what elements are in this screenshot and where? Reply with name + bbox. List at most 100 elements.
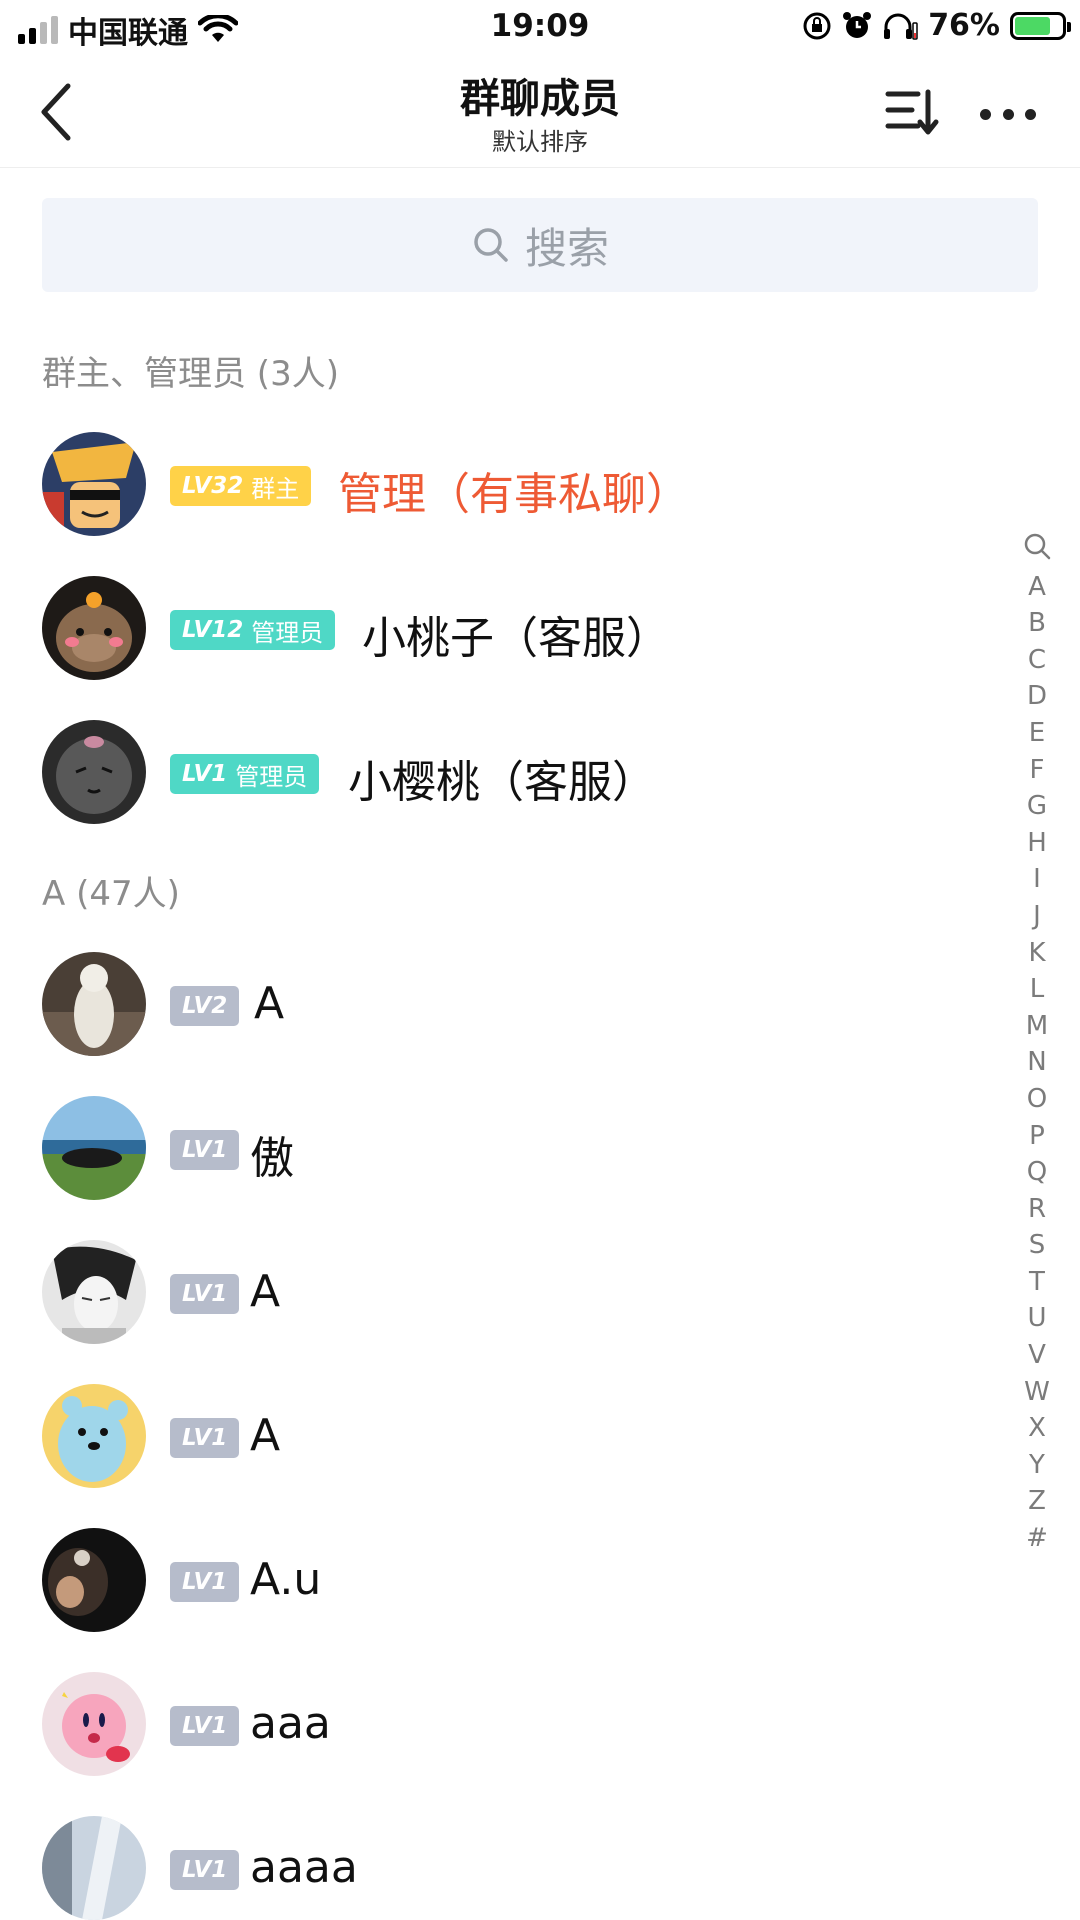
level-badge: LV1 xyxy=(170,1418,240,1458)
index-letter[interactable]: E xyxy=(1020,715,1054,752)
section-header-a: A (47人) xyxy=(42,874,180,914)
avatar xyxy=(42,1384,146,1488)
index-letter[interactable]: O xyxy=(1020,1081,1054,1118)
search-placeholder: 搜索 xyxy=(524,223,609,273)
index-letter[interactable]: L xyxy=(1020,971,1054,1008)
index-letter[interactable]: T xyxy=(1020,1264,1054,1301)
avatar xyxy=(42,1672,146,1776)
member-name: 小樱桃（客服） xyxy=(348,757,656,808)
role-text: 管理员 xyxy=(235,762,308,791)
level-text: LV1 xyxy=(182,1281,228,1307)
member-row[interactable]: LV1 A xyxy=(0,1226,1010,1356)
index-letter[interactable]: X xyxy=(1020,1410,1054,1447)
search-input[interactable]: 搜索 xyxy=(42,198,1038,292)
role-text: 管理员 xyxy=(251,618,324,647)
level-text: LV32 xyxy=(182,473,244,499)
battery-fill xyxy=(1015,16,1050,35)
index-letter[interactable]: K xyxy=(1020,935,1054,972)
avatar xyxy=(42,576,146,680)
nav-bar: 群聊成员 默认排序 xyxy=(0,56,1080,168)
index-search-icon[interactable] xyxy=(1020,532,1054,569)
avatar xyxy=(42,952,146,1056)
rotation-lock-icon xyxy=(803,12,831,39)
search-icon xyxy=(474,228,508,262)
index-letter[interactable]: P xyxy=(1020,1118,1054,1155)
member-row[interactable]: LV1 aaaa xyxy=(0,1802,1010,1920)
member-name: aaaa xyxy=(250,1842,358,1893)
level-text: LV1 xyxy=(182,1713,228,1739)
level-badge: LV32 群主 xyxy=(170,466,312,506)
member-name: aaa xyxy=(250,1698,331,1749)
index-letter[interactable]: W xyxy=(1020,1374,1054,1411)
index-letter[interactable]: M xyxy=(1020,1008,1054,1045)
member-name: A xyxy=(250,1410,281,1461)
index-letter[interactable]: H xyxy=(1020,825,1054,862)
member-row[interactable]: LV32 群主 管理（有事私聊） xyxy=(0,418,1010,548)
index-letter[interactable]: A xyxy=(1020,569,1054,606)
member-row[interactable]: LV1 傲 xyxy=(0,1082,1010,1212)
member-name: 小桃子（客服） xyxy=(362,613,670,664)
member-row[interactable]: LV1 aaa xyxy=(0,1658,1010,1788)
index-letter[interactable]: R xyxy=(1020,1191,1054,1228)
index-letter[interactable]: # xyxy=(1020,1520,1054,1557)
member-row[interactable]: LV12 管理员 小桃子（客服） xyxy=(0,562,1010,692)
member-name: 傲 xyxy=(250,1133,294,1184)
battery-icon xyxy=(1010,11,1071,40)
section-header-admins: 群主、管理员 (3人) xyxy=(42,354,339,394)
avatar xyxy=(42,432,146,536)
index-letter[interactable]: C xyxy=(1020,642,1054,679)
level-badge: LV1 xyxy=(170,1850,240,1890)
member-row[interactable]: LV1 A xyxy=(0,1370,1010,1500)
avatar xyxy=(42,1528,146,1632)
member-name: 管理（有事私聊） xyxy=(338,469,690,520)
avatar xyxy=(42,1240,146,1344)
index-letter[interactable]: V xyxy=(1020,1337,1054,1374)
sort-icon xyxy=(885,89,939,135)
search-icon xyxy=(1024,533,1051,560)
more-dot xyxy=(1025,108,1036,120)
index-letter[interactable]: S xyxy=(1020,1227,1054,1264)
level-text: LV1 xyxy=(182,761,228,787)
avatar xyxy=(42,720,146,824)
member-name: A xyxy=(254,978,285,1029)
index-letter[interactable]: D xyxy=(1020,678,1054,715)
index-letter[interactable]: G xyxy=(1020,788,1054,825)
index-letter[interactable]: N xyxy=(1020,1044,1054,1081)
alphabet-index-bar[interactable]: A B C D E F G H I J K L M N O P Q R S T U V W X Y Z # xyxy=(1020,532,1054,1557)
member-name: A.u xyxy=(250,1554,322,1605)
level-badge: LV1 管理员 xyxy=(170,754,320,794)
more-dot xyxy=(1002,108,1014,120)
level-text: LV1 xyxy=(182,1857,228,1883)
level-badge: LV2 xyxy=(170,986,240,1026)
member-name: A xyxy=(250,1266,281,1317)
more-dot xyxy=(980,108,991,120)
headphones-icon xyxy=(884,13,918,40)
index-letter[interactable]: I xyxy=(1020,861,1054,898)
index-letter[interactable]: Z xyxy=(1020,1483,1054,1520)
member-row[interactable]: LV1 管理员 小樱桃（客服） xyxy=(0,706,1010,836)
index-letter[interactable]: U xyxy=(1020,1300,1054,1337)
index-letter[interactable]: Q xyxy=(1020,1154,1054,1191)
index-letter[interactable]: Y xyxy=(1020,1447,1054,1484)
battery-percent: 76% xyxy=(928,8,1000,43)
level-text: LV1 xyxy=(182,1569,228,1595)
level-text: LV2 xyxy=(182,993,228,1019)
index-letters: A B C D E F G H I J K L M N O P Q R S T U V W X Y Z # xyxy=(1020,569,1054,1557)
index-letter[interactable]: F xyxy=(1020,752,1054,789)
avatar xyxy=(42,1816,146,1920)
level-badge: LV1 xyxy=(170,1562,240,1602)
status-right: 76% xyxy=(802,8,1071,43)
status-bar: 中国联通 19:09 76% xyxy=(0,0,1080,56)
member-row[interactable]: LV1 A.u xyxy=(0,1514,1010,1644)
sort-button[interactable] xyxy=(884,84,940,140)
level-badge: LV1 xyxy=(170,1706,240,1746)
avatar xyxy=(42,1096,146,1200)
role-text: 群主 xyxy=(251,474,300,503)
index-letter[interactable]: B xyxy=(1020,605,1054,642)
index-letter[interactable]: J xyxy=(1020,898,1054,935)
level-text: LV1 xyxy=(182,1137,228,1163)
level-badge: LV12 管理员 xyxy=(170,610,336,650)
level-text: LV12 xyxy=(182,617,244,643)
more-button[interactable] xyxy=(980,86,1036,142)
member-row[interactable]: LV2 A xyxy=(0,938,1010,1068)
